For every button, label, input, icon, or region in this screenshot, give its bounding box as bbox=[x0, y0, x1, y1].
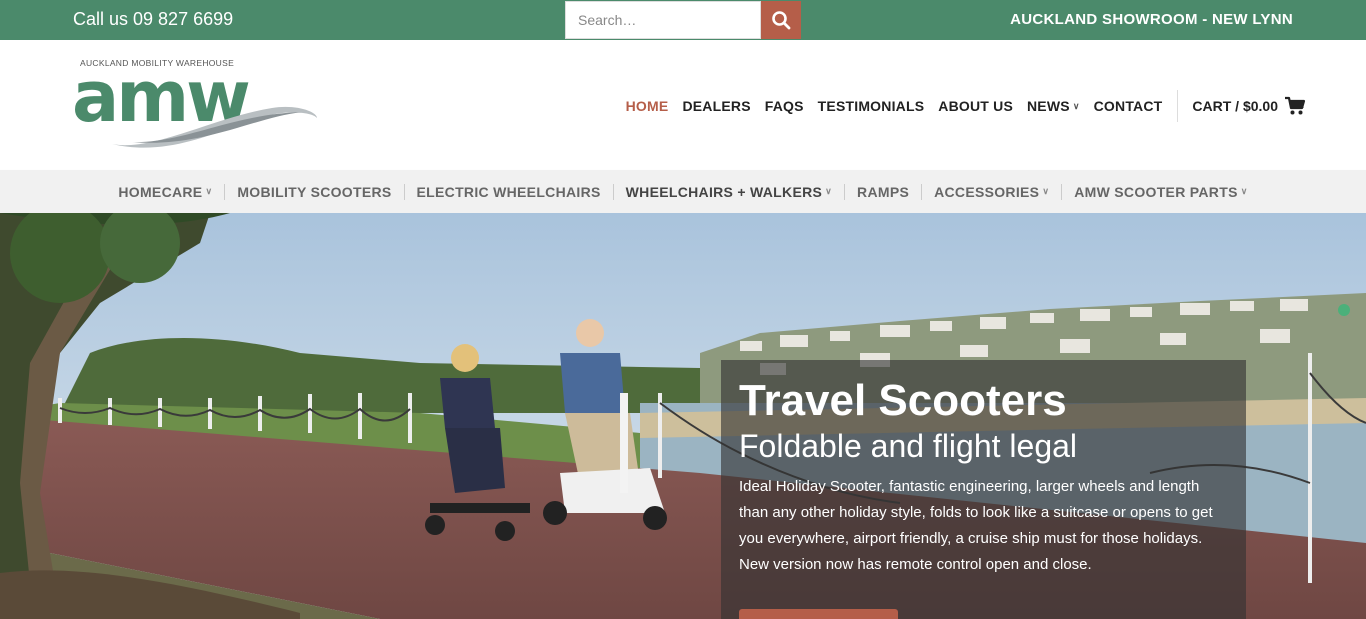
chevron-down-icon: ∨ bbox=[1240, 186, 1248, 196]
logo[interactable]: AUCKLAND MOBILITY WAREHOUSE amw bbox=[72, 58, 322, 150]
nav-news-label: NEWS bbox=[1027, 98, 1070, 114]
nav-dealers[interactable]: DEALERS bbox=[682, 98, 750, 114]
category-nav: HOMECARE ∨ MOBILITY SCOOTERS ELECTRIC WHE… bbox=[0, 170, 1366, 213]
category-amw-scooter-parts-label: AMW SCOOTER PARTS bbox=[1074, 183, 1238, 200]
cart-icon bbox=[1285, 96, 1306, 115]
logo-swoosh bbox=[112, 106, 317, 148]
cart-link[interactable]: CART / $0.00 bbox=[1192, 96, 1306, 116]
hero-title: Travel Scooters bbox=[739, 376, 1067, 425]
category-accessories[interactable]: ACCESSORIES ∨ bbox=[922, 184, 1061, 200]
chevron-down-icon: ∨ bbox=[1072, 100, 1080, 111]
category-homecare[interactable]: HOMECARE ∨ bbox=[106, 184, 224, 200]
hero-body: Ideal Holiday Scooter, fantastic enginee… bbox=[739, 478, 1213, 573]
nav-contact-label: CONTACT bbox=[1093, 98, 1163, 114]
main-nav: HOME DEALERS FAQS TESTIMONIALS ABOUT US … bbox=[612, 90, 1306, 122]
category-wheelchairs-walkers[interactable]: WHEELCHAIRS + WALKERS ∨ bbox=[614, 184, 844, 200]
category-mobility-scooters[interactable]: MOBILITY SCOOTERS bbox=[225, 184, 403, 200]
hero-slider[interactable]: Travel Scooters Foldable and flight lega… bbox=[0, 213, 1366, 619]
hero-cta-button[interactable] bbox=[739, 609, 898, 619]
search-input[interactable] bbox=[565, 1, 761, 39]
category-electric-wheelchairs[interactable]: ELECTRIC WHEELCHAIRS bbox=[405, 184, 613, 200]
category-amw-scooter-parts[interactable]: AMW SCOOTER PARTS ∨ bbox=[1062, 184, 1259, 200]
chevron-down-icon: ∨ bbox=[205, 186, 213, 196]
nav-dealers-label: DEALERS bbox=[682, 98, 751, 114]
category-homecare-label: HOMECARE bbox=[118, 183, 203, 200]
nav-about-us-label: ABOUT US bbox=[938, 98, 1013, 114]
nav-contact[interactable]: CONTACT bbox=[1094, 98, 1163, 114]
category-ramps[interactable]: RAMPS bbox=[845, 184, 921, 200]
category-electric-wheelchairs-label: ELECTRIC WHEELCHAIRS bbox=[416, 183, 601, 200]
nav-home[interactable]: HOME bbox=[626, 98, 669, 114]
slider-dot[interactable] bbox=[1338, 304, 1350, 316]
nav-divider bbox=[1177, 90, 1179, 122]
search-form bbox=[565, 1, 801, 39]
category-wheelchairs-walkers-label: WHEELCHAIRS + WALKERS bbox=[625, 183, 823, 200]
nav-faqs[interactable]: FAQS bbox=[765, 98, 804, 114]
nav-testimonials-label: TESTIMONIALS bbox=[817, 98, 925, 114]
hero-caption: Travel Scooters Foldable and flight lega… bbox=[721, 360, 1246, 619]
cart-label: CART / $0.00 bbox=[1192, 98, 1278, 114]
top-bar: Call us 09 827 6699 AUCKLAND SHOWROOM - … bbox=[0, 0, 1366, 40]
category-mobility-scooters-label: MOBILITY SCOOTERS bbox=[237, 183, 392, 200]
nav-news[interactable]: NEWS ∨ bbox=[1027, 98, 1080, 114]
search-icon bbox=[772, 11, 791, 30]
nav-testimonials[interactable]: TESTIMONIALS bbox=[818, 98, 925, 114]
phone-number[interactable]: Call us 09 827 6699 bbox=[73, 9, 233, 30]
nav-about-us[interactable]: ABOUT US bbox=[938, 98, 1013, 114]
site-header: AUCKLAND MOBILITY WAREHOUSE amw HOME DEA… bbox=[0, 40, 1366, 170]
nav-faqs-label: FAQS bbox=[764, 98, 804, 114]
chevron-down-icon: ∨ bbox=[825, 186, 833, 196]
showroom-link[interactable]: AUCKLAND SHOWROOM - NEW LYNN bbox=[1010, 11, 1293, 28]
category-accessories-label: ACCESSORIES bbox=[934, 183, 1040, 200]
hero-subtitle: Foldable and flight legal bbox=[739, 428, 1078, 464]
chevron-down-icon: ∨ bbox=[1042, 186, 1050, 196]
category-ramps-label: RAMPS bbox=[857, 183, 910, 200]
search-button[interactable] bbox=[761, 1, 801, 39]
nav-home-label: HOME bbox=[625, 98, 669, 114]
